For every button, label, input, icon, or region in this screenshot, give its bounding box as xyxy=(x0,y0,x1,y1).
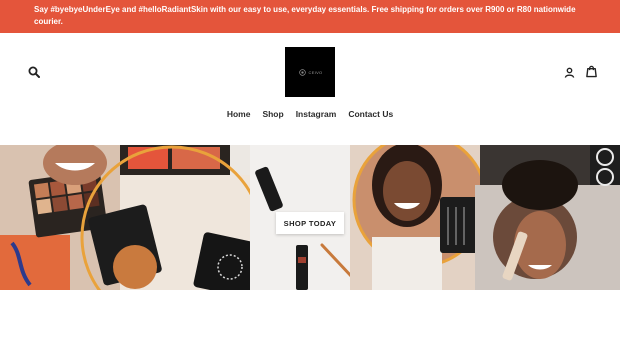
nav-item-contact-us[interactable]: Contact Us xyxy=(348,109,393,123)
nav-item-shop[interactable]: Shop xyxy=(262,109,283,123)
logo-text: CEIVO xyxy=(308,69,323,75)
main-nav: Home Shop Instagram Contact Us xyxy=(0,109,620,123)
nav-item-home[interactable]: Home xyxy=(227,109,251,123)
announcement-bar: Say #byebyeUnderEye and #helloRadiantSki… xyxy=(0,0,620,33)
site-logo[interactable]: CEIVO xyxy=(285,47,335,97)
announcement-text: Say #byebyeUnderEye and #helloRadiantSki… xyxy=(34,5,576,26)
site-header: CEIVO Home Shop Instagram Contact Us xyxy=(0,33,620,144)
nav-item-instagram[interactable]: Instagram xyxy=(296,109,337,123)
cart-icon[interactable] xyxy=(584,64,598,78)
user-icon[interactable] xyxy=(562,65,576,79)
logo-mark: CEIVO xyxy=(298,68,323,77)
logo-sun-icon xyxy=(298,68,306,76)
search-icon[interactable] xyxy=(27,65,41,79)
shop-today-button[interactable]: SHOP TODAY xyxy=(276,212,344,234)
